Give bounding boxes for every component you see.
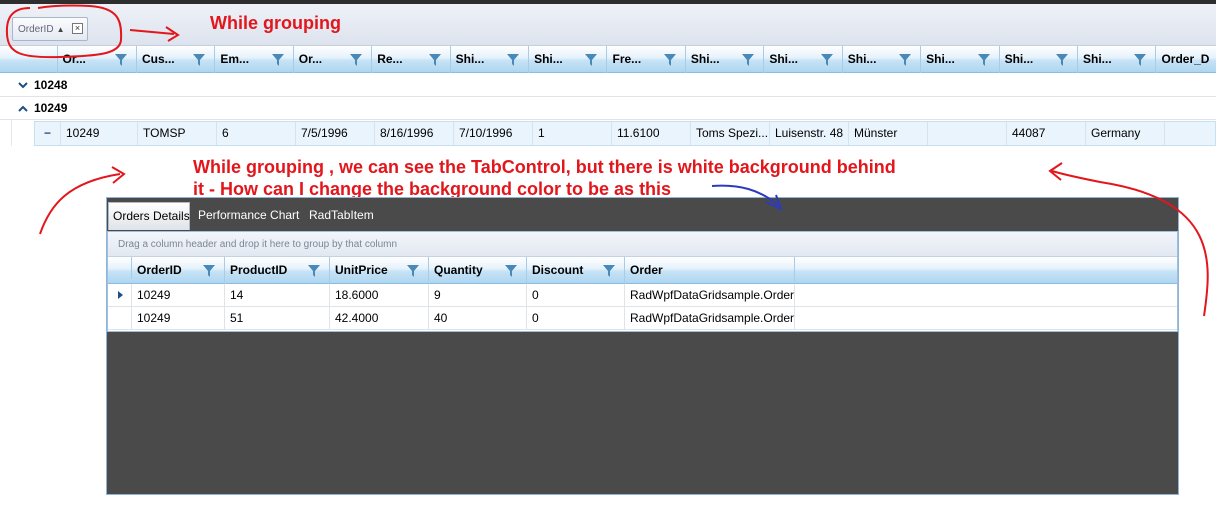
annotation-arrow-left bbox=[39, 166, 126, 235]
annotation-arrow-right bbox=[1048, 162, 1209, 317]
annotation-circle-group-chip bbox=[5, 4, 123, 59]
annotation-arrow-blue bbox=[711, 184, 783, 211]
annotation-drawings bbox=[5, 4, 1209, 317]
annotation-arrow-to-label bbox=[129, 26, 180, 42]
